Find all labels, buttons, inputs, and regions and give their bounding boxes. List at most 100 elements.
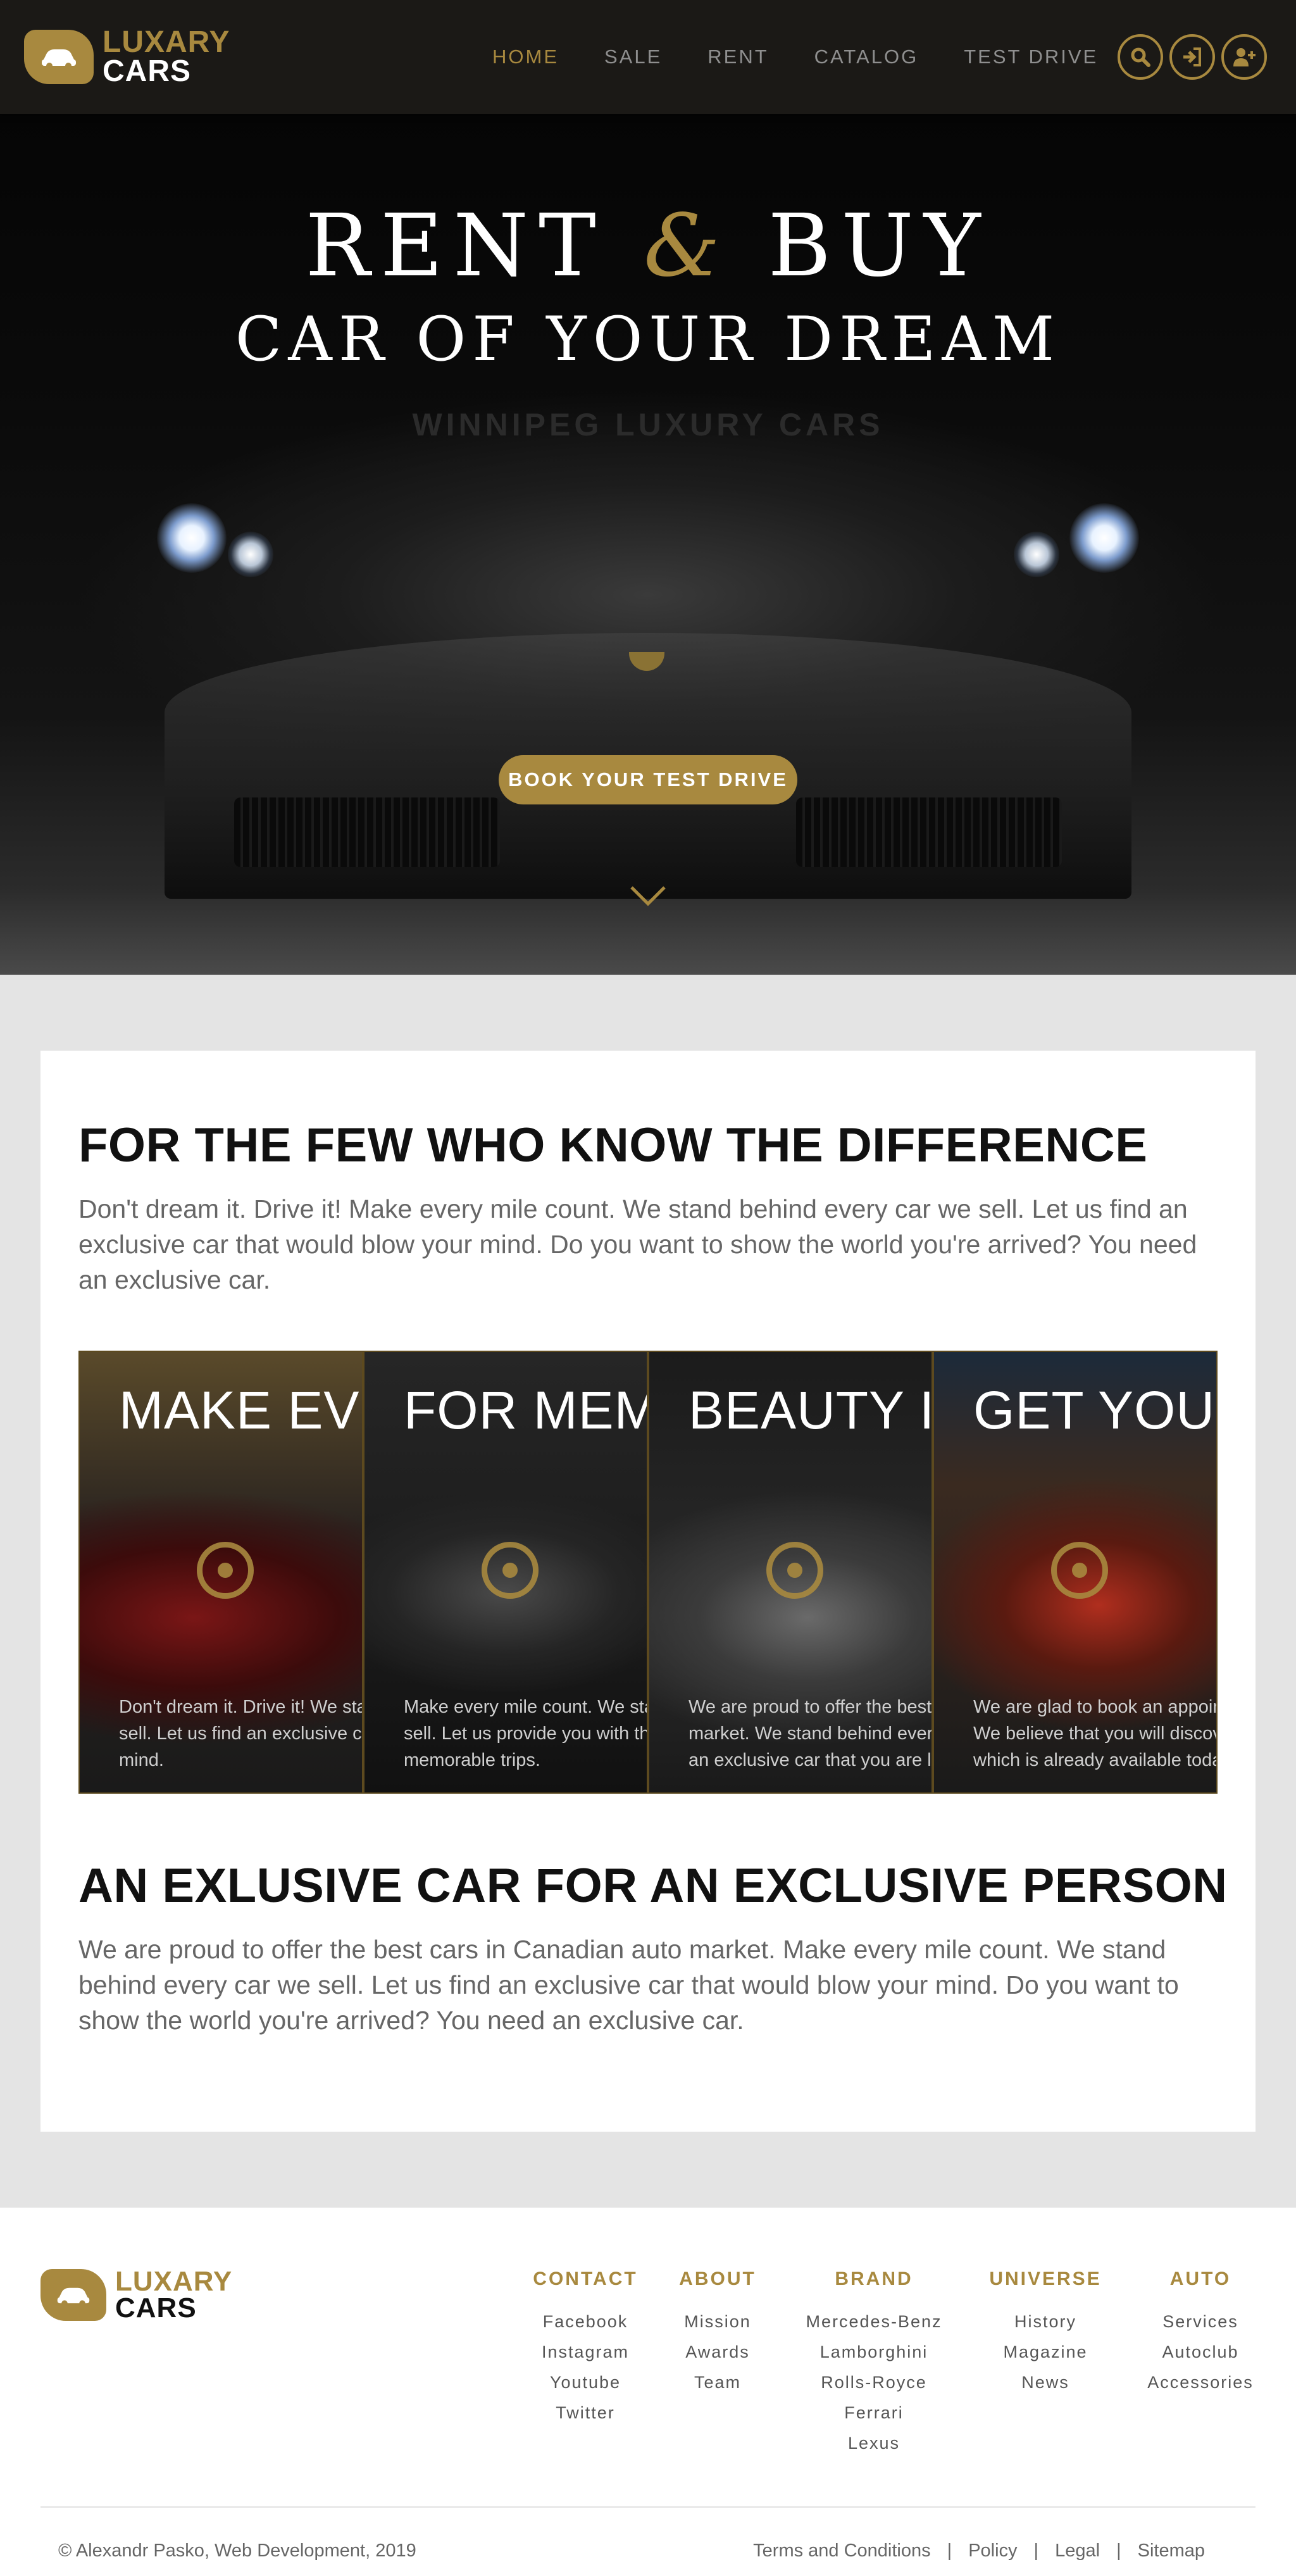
- footer-link-instagram[interactable]: Instagram: [530, 2337, 640, 2367]
- site-header: LUXARY CARS HOME SALE RENT CATALOG TEST …: [0, 0, 1296, 114]
- nav-rent[interactable]: RENT: [707, 46, 768, 68]
- headlight-right: [1069, 503, 1139, 573]
- target-icon: [482, 1542, 539, 1599]
- footer-separator: |: [1033, 2541, 1039, 2561]
- panel-text-line: Don't dream it. Drive it! We stand behin…: [119, 1697, 362, 1717]
- footer-link-mercedes[interactable]: Mercedes-Benz: [795, 2306, 953, 2337]
- headlight-left: [157, 503, 227, 573]
- panel-text-line: We are proud to offer the best cars in C…: [688, 1697, 932, 1717]
- hero-title: RENT & BUY: [0, 196, 1296, 296]
- footer-col-heading: AUTO: [1169, 2268, 1231, 2289]
- site-footer: LUXARY CARS CONTACT Facebook Instagram Y…: [0, 2208, 1296, 2576]
- footer-link-twitter[interactable]: Twitter: [530, 2398, 640, 2428]
- login-icon[interactable]: [1169, 34, 1215, 80]
- target-icon: [766, 1542, 823, 1599]
- panel-title: GET YOUR DREAM CAR: [973, 1380, 1216, 1440]
- footer-link-history[interactable]: History: [986, 2306, 1105, 2337]
- logo-text-line2: CARS: [103, 54, 192, 88]
- panel-text-line: We are glad to book an appointment for a…: [973, 1697, 1216, 1717]
- footer-link-lexus[interactable]: Lexus: [795, 2428, 953, 2458]
- footer-col-auto: AUTO Services Autoclub Accessories: [1139, 2268, 1262, 2398]
- feature-panel-3[interactable]: BEAUTY IS IN DETAILS We are proud to off…: [648, 1351, 933, 1794]
- panel-text: We are glad to book an appointment for a…: [973, 1694, 1218, 1773]
- nav-test-drive[interactable]: TEST DRIVE: [964, 46, 1098, 68]
- panel-title: BEAUTY IS IN DETAILS: [688, 1380, 932, 1440]
- footer-link-facebook[interactable]: Facebook: [530, 2306, 640, 2337]
- add-user-icon[interactable]: [1221, 34, 1267, 80]
- section-text-exclusive: We are proud to offer the best cars in C…: [78, 1935, 1179, 2035]
- footer-link-accessories[interactable]: Accessories: [1139, 2367, 1262, 2398]
- footer-link-awards[interactable]: Awards: [673, 2337, 762, 2367]
- feature-panels: MAKE EVERY MILE COUNT Don't dream it. Dr…: [78, 1351, 1218, 1794]
- panel-text-line: sell. Let us provide you with the best c…: [404, 1723, 647, 1744]
- headlight-left-inner: [228, 532, 273, 577]
- footer-col-heading: BRAND: [835, 2268, 913, 2289]
- panel-text-line: memorable trips.: [404, 1750, 540, 1770]
- nav-sale[interactable]: SALE: [604, 46, 662, 68]
- chevron-down-icon[interactable]: [629, 885, 667, 911]
- footer-link-terms[interactable]: Terms and Conditions: [753, 2541, 930, 2561]
- footer-divider: [40, 2506, 1256, 2508]
- target-icon: [1051, 1542, 1108, 1599]
- hero-section: RENT & BUY CAR OF YOUR DREAM WINNIPEG LU…: [0, 114, 1296, 975]
- footer-link-policy[interactable]: Policy: [968, 2541, 1017, 2561]
- footer-link-youtube[interactable]: Youtube: [530, 2367, 640, 2398]
- footer-col-heading: ABOUT: [679, 2268, 756, 2289]
- nav-home[interactable]: HOME: [492, 46, 559, 68]
- panel-text-line: which is already available today.: [973, 1750, 1218, 1770]
- search-icon[interactable]: [1118, 34, 1163, 80]
- panel-text-line: Make every mile count. We stand behind e…: [404, 1697, 647, 1717]
- footer-col-brand: BRAND Mercedes-Benz Lamborghini Rolls-Ro…: [795, 2268, 953, 2458]
- main-nav: HOME SALE RENT CATALOG TEST DRIVE: [492, 0, 1098, 114]
- footer-link-legal[interactable]: Legal: [1055, 2541, 1100, 2561]
- hero-title-buy: BUY: [768, 196, 991, 296]
- car-grille-left: [234, 797, 500, 867]
- panel-text: We are proud to offer the best cars in C…: [688, 1694, 933, 1773]
- panel-text-line: an exclusive car that you are looking fo…: [688, 1750, 932, 1770]
- panel-text-line: sell. Let us find an exclusive car that …: [119, 1723, 362, 1744]
- content-card: FOR THE FEW WHO KNOW THE DIFFERENCE Don'…: [40, 1051, 1256, 2132]
- book-test-drive-button[interactable]: BOOK YOUR TEST DRIVE: [499, 755, 797, 804]
- footer-separator: |: [1116, 2541, 1121, 2561]
- headlight-right-inner: [1014, 532, 1059, 577]
- feature-panel-2[interactable]: FOR MEMORABLE TRIPS Make every mile coun…: [363, 1351, 648, 1794]
- footer-separator: |: [947, 2541, 952, 2561]
- copyright: © Alexandr Pasko, Web Development, 2019: [58, 2541, 416, 2561]
- car-logo-icon: [24, 29, 94, 84]
- footer-legal-links: Terms and Conditions | Policy | Legal | …: [737, 2541, 1221, 2561]
- car-logo-icon: [40, 2268, 106, 2321]
- nav-catalog[interactable]: CATALOG: [814, 46, 919, 68]
- hero-subtitle: WINNIPEG LUXURY CARS: [412, 407, 884, 442]
- panel-text: Make every mile count. We stand behind e…: [404, 1694, 647, 1773]
- footer-link-autoclub[interactable]: Autoclub: [1139, 2337, 1262, 2367]
- hero-title-rent: RENT: [305, 196, 606, 296]
- footer-link-rolls-royce[interactable]: Rolls-Royce: [795, 2367, 953, 2398]
- footer-logo-line2: CARS: [115, 2292, 197, 2323]
- feature-panel-1[interactable]: MAKE EVERY MILE COUNT Don't dream it. Dr…: [78, 1351, 363, 1794]
- footer-logo[interactable]: LUXARY CARS: [40, 2268, 232, 2322]
- panel-title: MAKE EVERY MILE COUNT: [119, 1380, 362, 1440]
- panel-title: FOR MEMORABLE TRIPS: [404, 1380, 647, 1440]
- footer-link-news[interactable]: News: [986, 2367, 1105, 2398]
- logo[interactable]: LUXARY CARS: [24, 25, 230, 88]
- car-grille-right: [796, 797, 1062, 867]
- feature-panel-4[interactable]: GET YOUR DREAM CAR We are glad to book a…: [933, 1351, 1218, 1794]
- panel-text-line: market. We stand behind every car we sel…: [688, 1723, 933, 1744]
- footer-link-mission[interactable]: Mission: [673, 2306, 762, 2337]
- target-icon: [197, 1542, 254, 1599]
- footer-link-lamborghini[interactable]: Lamborghini: [795, 2337, 953, 2367]
- footer-link-team[interactable]: Team: [673, 2367, 762, 2398]
- footer-col-about: ABOUT Mission Awards Team: [673, 2268, 762, 2398]
- section-text-difference: Don't dream it. Drive it! Make every mil…: [78, 1194, 1197, 1294]
- hero-title-line2: CAR OF YOUR DREAM: [235, 304, 1061, 375]
- footer-col-contact: CONTACT Facebook Instagram Youtube Twitt…: [530, 2268, 640, 2428]
- footer-logo-line1: LUXARY: [115, 2266, 233, 2297]
- panel-text-line: We believe that you will discover the ca…: [973, 1723, 1216, 1744]
- footer-col-heading: UNIVERSE: [989, 2268, 1102, 2289]
- footer-link-magazine[interactable]: Magazine: [986, 2337, 1105, 2367]
- footer-link-ferrari[interactable]: Ferrari: [795, 2398, 953, 2428]
- footer-link-sitemap[interactable]: Sitemap: [1138, 2541, 1205, 2561]
- footer-col-universe: UNIVERSE History Magazine News: [986, 2268, 1105, 2398]
- footer-link-services[interactable]: Services: [1139, 2306, 1262, 2337]
- logo-text-line1: LUXARY: [103, 25, 230, 59]
